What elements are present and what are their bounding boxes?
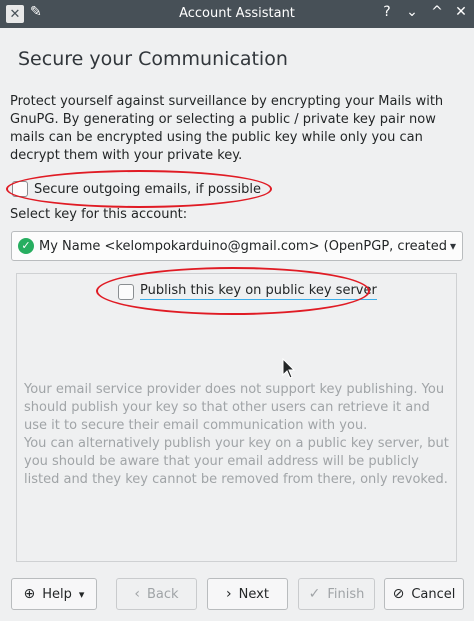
help-context-icon[interactable]: ? [378,4,396,20]
minimize-icon[interactable]: ⌄ [403,4,421,20]
maximize-icon[interactable]: ^ [428,4,446,20]
publish-checkbox[interactable] [118,283,134,300]
checkmark-icon: ✓ [308,586,321,602]
secure-outgoing-row[interactable]: Secure outgoing emails, if possible [12,181,261,197]
secure-outgoing-label[interactable]: Secure outgoing emails, if possible [34,182,261,197]
publish-label[interactable]: Publish this key on public key server [140,283,377,300]
next-button-label: Next [238,586,269,602]
next-button[interactable]: › Next [207,578,288,610]
secure-outgoing-checkbox[interactable] [12,181,28,197]
cancel-circle-icon: ⊘ [392,586,405,602]
key-select-value: My Name <kelompokarduino@gmail.com> (Ope… [39,238,447,254]
check-circle-icon: ✓ [18,238,34,254]
chevron-down-icon: ▾ [78,587,85,601]
help-button-label: Help [42,586,72,602]
chevron-right-icon: › [226,586,232,602]
publish-row[interactable]: Publish this key on public key server [118,283,377,300]
lifebuoy-icon: ⊕ [23,586,36,602]
title-bar: ✕ ✎ Account Assistant ? ⌄ ^ ✕ [0,0,474,28]
publish-info-text: Your email service provider does not sup… [24,382,449,487]
cancel-button-label: Cancel [411,586,456,602]
chevron-left-icon: ‹ [134,586,141,602]
close-icon[interactable]: ✕ [452,4,470,20]
finish-button[interactable]: ✓ Finish [298,578,375,610]
key-select-dropdown[interactable]: ✓ My Name <kelompokarduino@gmail.com> (O… [11,231,463,261]
back-button-label: Back [147,586,179,602]
chevron-down-icon: ▾ [449,239,456,253]
finish-button-label: Finish [327,586,365,602]
back-button[interactable]: ‹ Back [116,578,197,610]
page-title: Secure your Communication [18,48,288,70]
intro-text: Protect yourself against surveillance by… [10,94,444,163]
select-key-label: Select key for this account: [10,207,188,222]
help-button[interactable]: ⊕ Help ▾ [11,578,97,610]
publish-panel: Publish this key on public key server Yo… [16,273,457,562]
mouse-cursor-icon [282,358,296,379]
cancel-button[interactable]: ⊘ Cancel [384,578,464,610]
